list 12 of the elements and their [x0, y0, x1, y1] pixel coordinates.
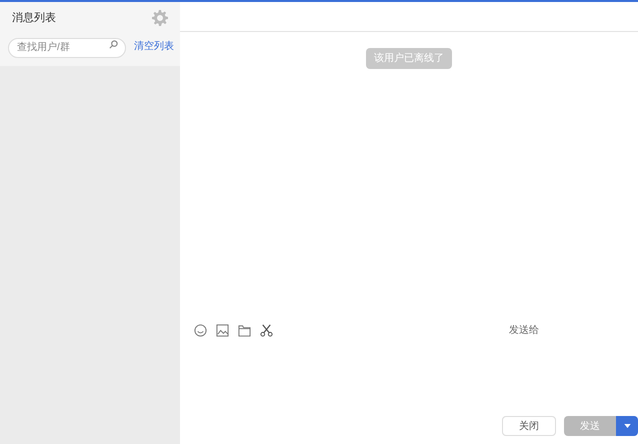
- search-icon[interactable]: [109, 40, 118, 49]
- emoji-icon[interactable]: [194, 324, 207, 336]
- image-icon[interactable]: [216, 324, 229, 336]
- folder-icon[interactable]: [238, 324, 251, 336]
- sidebar-title: 消息列表: [11, 10, 56, 26]
- clear-list-link[interactable]: 清空列表: [134, 38, 174, 54]
- scissors-icon[interactable]: [260, 324, 273, 336]
- send-to-label: 发送给: [509, 324, 539, 338]
- close-button[interactable]: 关闭: [502, 416, 556, 436]
- caret-icon: [624, 424, 630, 428]
- search-field[interactable]: 查找用户/群: [8, 38, 126, 58]
- send-options-button[interactable]: [616, 416, 638, 436]
